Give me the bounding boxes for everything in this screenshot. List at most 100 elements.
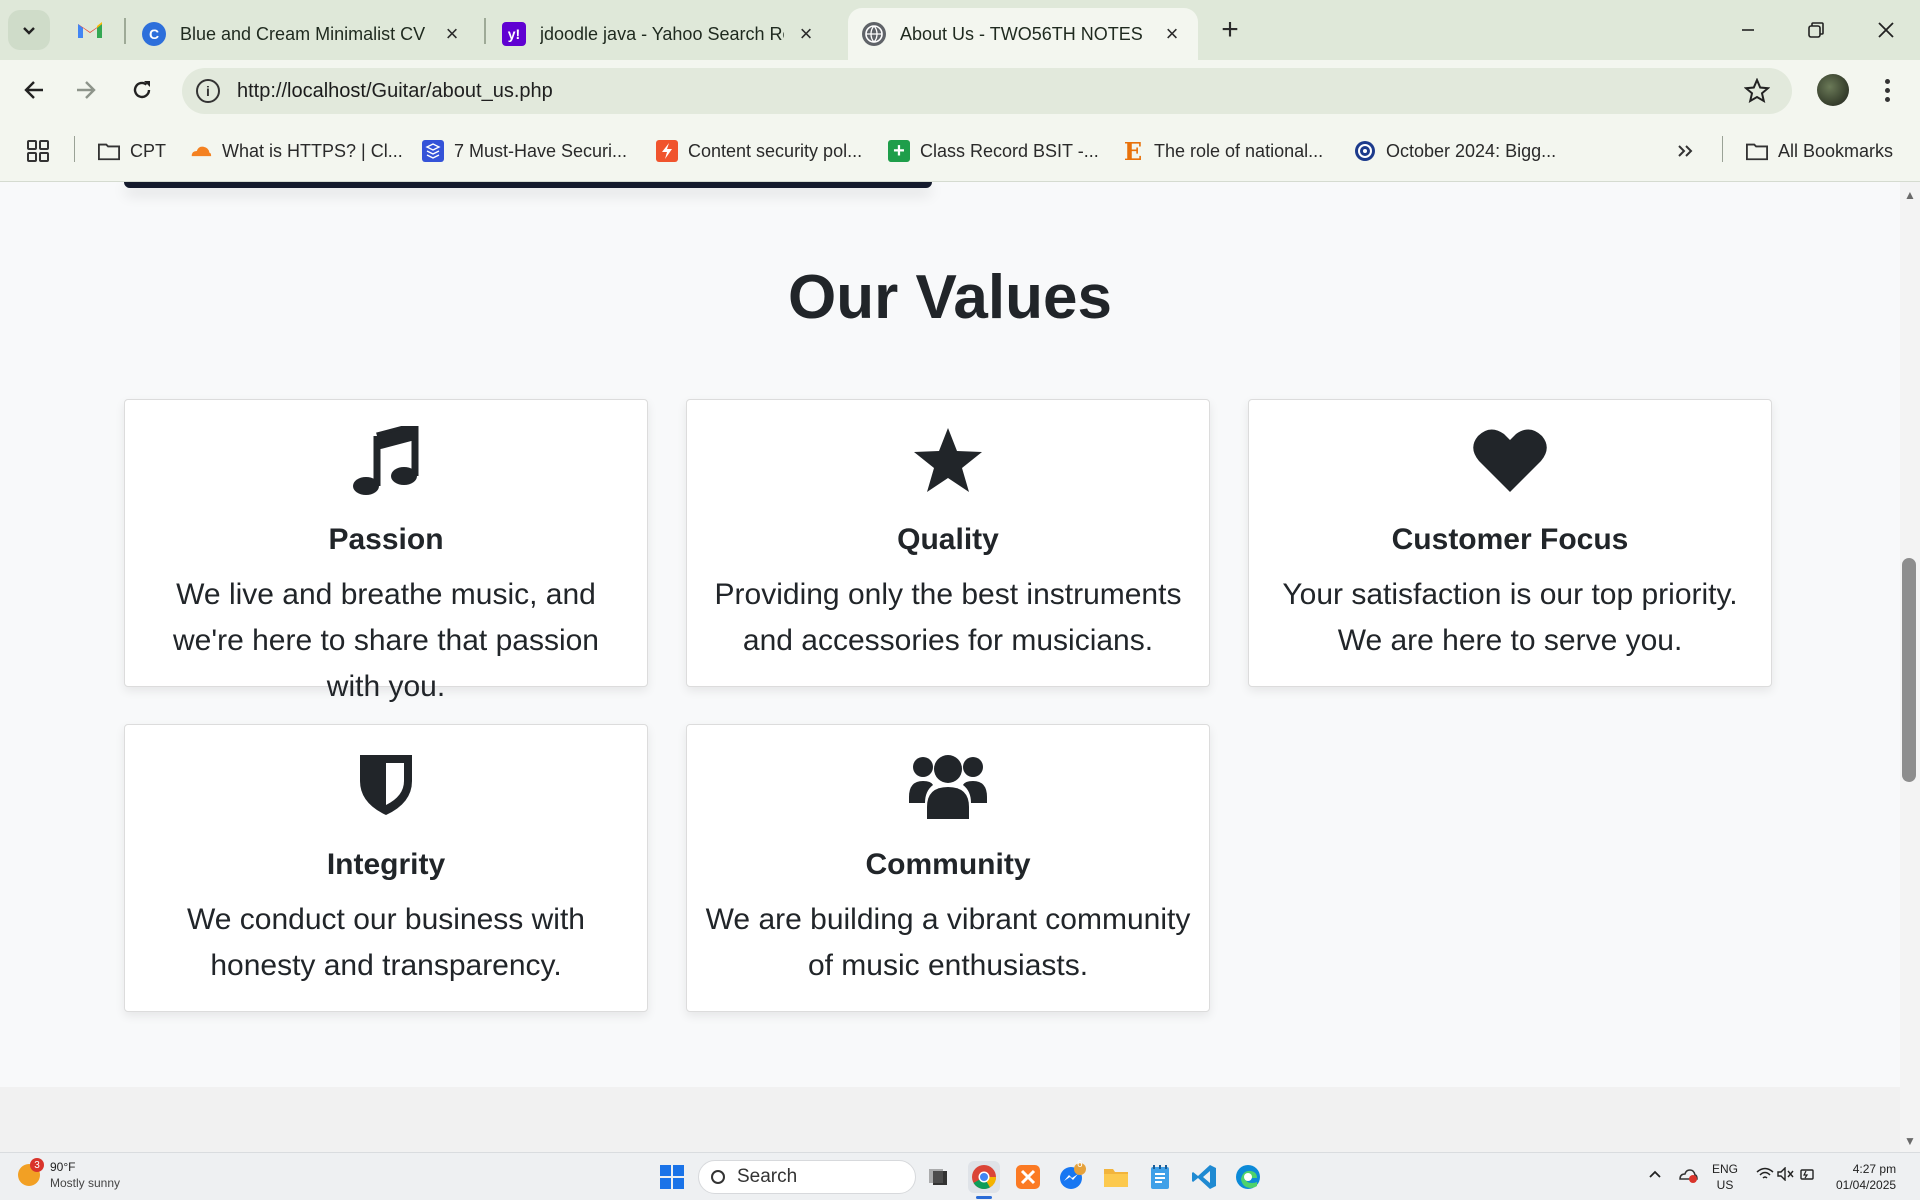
arrow-right-icon	[77, 81, 96, 99]
tab-about-us[interactable]: About Us - TWO56TH NOTES ×	[848, 8, 1198, 60]
site-info-icon[interactable]: i	[196, 79, 220, 103]
value-description: We are building a vibrant community of m…	[705, 903, 1191, 982]
tab-title: jdoodle java - Yahoo Search Res	[540, 23, 784, 44]
back-button[interactable]	[14, 70, 54, 110]
vscode-icon	[1192, 1165, 1216, 1189]
arrow-left-icon	[24, 81, 43, 99]
chevron-down-icon	[23, 27, 35, 35]
close-icon[interactable]: ×	[440, 21, 464, 46]
close-icon[interactable]: ×	[794, 21, 818, 46]
value-description: We conduct our business with honesty and…	[187, 903, 585, 982]
value-card-community: Community We are building a vibrant comm…	[686, 724, 1210, 1012]
edge-icon	[1236, 1165, 1260, 1189]
apps-grid-icon	[27, 140, 49, 162]
value-card-quality: Quality Providing only the best instrume…	[686, 399, 1210, 687]
all-bookmarks-button[interactable]: All Bookmarks	[1746, 136, 1893, 166]
close-icon[interactable]: ×	[1160, 21, 1184, 46]
taskbar-notepad[interactable]	[1144, 1161, 1176, 1193]
bookmark-item-class-record[interactable]: + Class Record BSIT -...	[888, 136, 1099, 166]
page-viewport: Our Values Passion We live and breathe m…	[0, 182, 1900, 1152]
language-indicator[interactable]: ENG US	[1712, 1161, 1738, 1193]
all-bookmarks-label: All Bookmarks	[1778, 140, 1894, 161]
previous-section-card	[124, 182, 932, 188]
music-note-icon	[353, 426, 419, 495]
scrollbar-thumb[interactable]	[1902, 558, 1916, 782]
users-icon	[909, 755, 987, 819]
taskbar-edge[interactable]	[1232, 1161, 1264, 1193]
scroll-down-icon[interactable]: ▼	[1900, 1132, 1920, 1150]
xampp-icon	[1016, 1165, 1040, 1189]
taskbar-chrome[interactable]	[968, 1161, 1000, 1193]
bookmark-label: The role of national...	[1154, 140, 1324, 161]
tab-yahoo[interactable]: y! jdoodle java - Yahoo Search Res ×	[488, 8, 832, 60]
weather-widget[interactable]: 3 90°F Mostly sunny	[18, 1158, 120, 1191]
bookmark-star-icon[interactable]	[1744, 78, 1770, 104]
tab-strip: C Blue and Cream Minimalist CV F × y! jd…	[0, 0, 1920, 60]
tray-overflow-button[interactable]	[1648, 1167, 1662, 1183]
next-section	[0, 1087, 1900, 1152]
bookmark-label: Class Record BSIT -...	[920, 140, 1099, 161]
clock[interactable]: 4:27 pm 01/04/2025	[1836, 1161, 1896, 1193]
tab-separator	[484, 18, 486, 44]
browser-menu-button[interactable]	[1872, 74, 1902, 106]
close-window-button[interactable]	[1862, 10, 1910, 50]
taskbar-search[interactable]: Search	[698, 1160, 916, 1194]
active-app-indicator	[976, 1196, 992, 1199]
tab-cv[interactable]: C Blue and Cream Minimalist CV F ×	[128, 8, 478, 60]
bookmark-item-csp[interactable]: Content security pol...	[656, 136, 862, 166]
mute-icon	[1777, 1166, 1794, 1182]
profile-avatar[interactable]	[1817, 74, 1849, 106]
address-bar[interactable]: i http://localhost/Guitar/about_us.php	[182, 68, 1792, 114]
bookmark-label: What is HTTPS? | Cl...	[222, 140, 403, 161]
url-scheme: http://	[237, 80, 288, 102]
task-view-button[interactable]	[922, 1161, 954, 1193]
bookmark-separator	[1722, 136, 1723, 162]
tab-title: About Us - TWO56TH NOTES	[900, 23, 1143, 44]
more-bookmarks-button[interactable]	[1676, 136, 1694, 166]
tray-security[interactable]	[1678, 1167, 1698, 1187]
tray-network-volume-battery[interactable]	[1756, 1166, 1817, 1185]
taskbar-xampp[interactable]	[1012, 1161, 1044, 1193]
cloudflare-icon	[190, 140, 212, 162]
bookmark-item-october[interactable]: October 2024: Bigg...	[1354, 136, 1556, 166]
search-icon	[711, 1170, 725, 1184]
tab-search-button[interactable]	[8, 10, 50, 50]
scroll-up-icon[interactable]: ▲	[1900, 186, 1920, 204]
bookmark-item-national[interactable]: E The role of national...	[1122, 136, 1323, 166]
url-text[interactable]: http://localhost/Guitar/about_us.php	[237, 80, 553, 103]
value-description: Your satisfaction is our top priority. W…	[1282, 578, 1738, 657]
language-top: ENG	[1712, 1162, 1739, 1176]
tab-title: Blue and Cream Minimalist CV F	[180, 23, 430, 44]
value-description: We live and breathe music, and we're her…	[173, 578, 599, 703]
new-tab-button[interactable]: +	[1212, 12, 1248, 48]
shield-icon	[360, 755, 412, 815]
chevron-double-right-icon	[1678, 145, 1693, 157]
forward-button[interactable]	[66, 70, 106, 110]
chevron-up-icon	[1649, 1170, 1661, 1178]
clock-time: 4:27 pm	[1852, 1162, 1897, 1176]
reload-button[interactable]	[122, 70, 162, 110]
taskbar-messenger[interactable]: 6	[1056, 1159, 1088, 1193]
globe-icon	[862, 22, 886, 46]
canva-icon: C	[142, 22, 166, 46]
chrome-icon	[972, 1165, 996, 1190]
tab-separator	[124, 18, 126, 44]
minimize-button[interactable]	[1724, 10, 1772, 50]
value-title: Customer Focus	[1391, 523, 1629, 556]
weather-badge: 3	[30, 1158, 44, 1172]
clock-date: 01/04/2025	[1836, 1178, 1897, 1192]
pinned-tab-gmail[interactable]	[70, 12, 110, 48]
url-path: /Guitar/about_us.php	[365, 80, 553, 102]
apps-button[interactable]	[26, 136, 50, 166]
start-button[interactable]	[660, 1165, 684, 1189]
folder-icon	[1104, 1169, 1128, 1187]
bookmark-item-cpt[interactable]: CPT	[98, 136, 166, 166]
close-icon	[1878, 22, 1894, 38]
restore-button[interactable]	[1792, 10, 1840, 50]
taskbar-file-explorer[interactable]	[1100, 1161, 1132, 1193]
taskbar-search-label: Search	[737, 1166, 798, 1187]
taskbar-vscode[interactable]	[1188, 1161, 1220, 1193]
bookmark-item-https[interactable]: What is HTTPS? | Cl...	[190, 136, 403, 166]
heart-icon	[1473, 429, 1547, 492]
bookmark-item-security[interactable]: 7 Must-Have Securi...	[422, 136, 627, 166]
